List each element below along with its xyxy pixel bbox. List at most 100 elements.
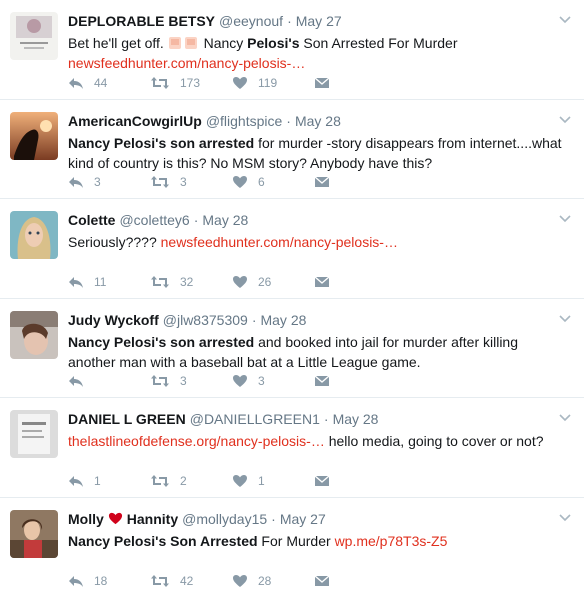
reply-count: 11 <box>94 274 107 289</box>
avatar[interactable] <box>10 310 58 359</box>
direct-message-button[interactable] <box>314 175 334 189</box>
reply-button[interactable] <box>68 374 150 388</box>
chevron-down-icon[interactable] <box>558 512 572 522</box>
reply-button[interactable]: 11 <box>68 275 150 289</box>
direct-message-button[interactable] <box>314 474 334 488</box>
thumbs-down-icon <box>168 37 181 49</box>
reply-count: 18 <box>94 574 108 588</box>
display-name[interactable]: DEPLORABLE BETSY <box>68 12 215 30</box>
tweet-actions: 18 42 28 <box>68 571 334 591</box>
reply-icon <box>69 376 83 387</box>
chevron-down-icon[interactable] <box>558 14 572 24</box>
like-button[interactable]: 6 <box>232 175 314 189</box>
direct-message-button[interactable] <box>314 574 334 588</box>
tweet[interactable]: Molly Hannity @mollyday15 · May 27 Nancy… <box>0 498 584 597</box>
tweet[interactable]: DANIEL L GREEN @DANIELLGREEN1 · May 28 t… <box>0 398 584 498</box>
avatar[interactable] <box>10 509 58 558</box>
display-name[interactable]: DANIEL L GREEN <box>68 410 186 428</box>
reply-button[interactable]: 3 <box>68 175 150 189</box>
tweet[interactable]: Colette @colettey6 · May 28 Seriously???… <box>0 199 584 299</box>
reply-button[interactable]: 18 <box>68 574 150 588</box>
envelope-icon <box>314 474 330 486</box>
retweet-button[interactable]: 2 <box>150 474 232 488</box>
chevron-down-icon[interactable] <box>558 313 572 323</box>
tweet[interactable]: DEPLORABLE BETSY @eeynouf · May 27 Bet h… <box>0 0 584 100</box>
timestamp[interactable]: May 28 <box>260 311 306 329</box>
like-button[interactable]: 3 <box>232 374 314 388</box>
username[interactable]: @jlw8375309 <box>163 311 248 329</box>
retweet-icon <box>151 76 169 89</box>
avatar[interactable] <box>10 111 58 160</box>
chevron-down-icon[interactable] <box>558 114 572 124</box>
chevron-down-icon[interactable] <box>558 213 572 223</box>
tweet[interactable]: AmericanCowgirlUp @flightspice · May 28 … <box>0 100 584 199</box>
like-button[interactable]: 26 <box>232 275 314 289</box>
reply-button[interactable]: 44 <box>68 76 150 90</box>
username[interactable]: @colettey6 <box>119 211 189 229</box>
retweet-button[interactable]: 42 <box>150 574 232 588</box>
like-count: 119 <box>258 75 278 90</box>
reply-button[interactable]: 1 <box>68 474 150 488</box>
retweet-button[interactable]: 32 <box>150 275 232 289</box>
chevron-down-icon[interactable] <box>558 412 572 422</box>
tweet-link[interactable]: newsfeedhunter.com/nancy-pelosis-… <box>68 55 305 71</box>
retweet-icon <box>151 375 169 387</box>
avatar[interactable] <box>10 410 58 458</box>
tweet-text: Bet he'll get off. Nancy Pelosi's Son Ar… <box>68 35 458 71</box>
heart-icon <box>233 76 247 89</box>
username[interactable]: @mollyday15 <box>182 510 267 528</box>
like-button[interactable]: 119 <box>232 76 314 90</box>
like-button[interactable]: 28 <box>232 574 314 588</box>
timestamp[interactable]: May 27 <box>296 12 342 30</box>
retweet-count: 173 <box>180 75 201 90</box>
separator-dot: · <box>287 13 292 29</box>
username[interactable]: @eeynouf <box>219 12 283 30</box>
envelope-icon <box>314 76 330 88</box>
username[interactable]: @DANIELLGREEN1 <box>190 410 320 428</box>
retweet-button[interactable]: 3 <box>150 374 232 388</box>
reply-icon <box>69 177 83 188</box>
envelope-icon <box>314 575 330 586</box>
direct-message-button[interactable] <box>314 76 334 90</box>
avatar[interactable] <box>10 12 58 60</box>
tweet-header: Judy Wyckoff @jlw8375309 · May 28 <box>68 311 570 329</box>
timestamp[interactable]: May 27 <box>280 510 326 528</box>
timestamp[interactable]: May 28 <box>295 112 341 130</box>
envelope-icon <box>314 176 330 187</box>
reply-icon <box>69 77 83 89</box>
retweet-count: 42 <box>180 574 194 588</box>
like-button[interactable]: 1 <box>232 474 314 488</box>
direct-message-button[interactable] <box>314 275 334 289</box>
tweet-link[interactable]: newsfeedhunter.com/nancy-pelosis-… <box>161 234 398 250</box>
display-name[interactable]: Judy Wyckoff <box>68 311 159 329</box>
display-name-first[interactable]: Molly <box>68 510 104 528</box>
like-count: 3 <box>258 374 265 388</box>
retweet-button[interactable]: 3 <box>150 175 232 189</box>
display-name[interactable]: AmericanCowgirlUp <box>68 112 202 130</box>
timestamp[interactable]: May 28 <box>333 410 379 428</box>
like-count: 26 <box>258 274 272 289</box>
retweet-button[interactable]: 173 <box>150 76 232 90</box>
tweet-link[interactable]: thelastlineofdefense.org/nancy-pelosis-… <box>68 433 325 449</box>
heart-icon <box>233 176 247 188</box>
display-name[interactable]: Colette <box>68 211 115 229</box>
tweet-text: Nancy Pelosi's son arrested for murder -… <box>68 134 562 171</box>
retweet-count: 32 <box>180 274 194 289</box>
tweet-text: Seriously???? newsfeedhunter.com/nancy-p… <box>68 234 398 250</box>
tweet-link[interactable]: wp.me/p78T3s-Z5 <box>335 533 448 549</box>
heart-icon <box>233 275 247 288</box>
avatar[interactable] <box>10 211 58 259</box>
username[interactable]: @flightspice <box>206 112 282 130</box>
heart-icon <box>233 375 247 387</box>
thumbs-down-icon <box>184 37 197 49</box>
direct-message-button[interactable] <box>314 374 334 388</box>
timestamp[interactable]: May 28 <box>202 211 248 229</box>
like-count: 28 <box>258 574 272 588</box>
tweet-actions: 11 32 26 <box>68 272 334 292</box>
display-name-last[interactable]: Hannity <box>127 510 178 528</box>
tweet-text: Nancy Pelosi's Son Arrested For Murder w… <box>68 532 448 549</box>
tweet-actions: 3 3 6 <box>68 172 334 192</box>
separator-dot: · <box>193 212 199 228</box>
tweet[interactable]: Judy Wyckoff @jlw8375309 · May 28 Nancy … <box>0 299 584 398</box>
envelope-icon <box>314 275 330 287</box>
